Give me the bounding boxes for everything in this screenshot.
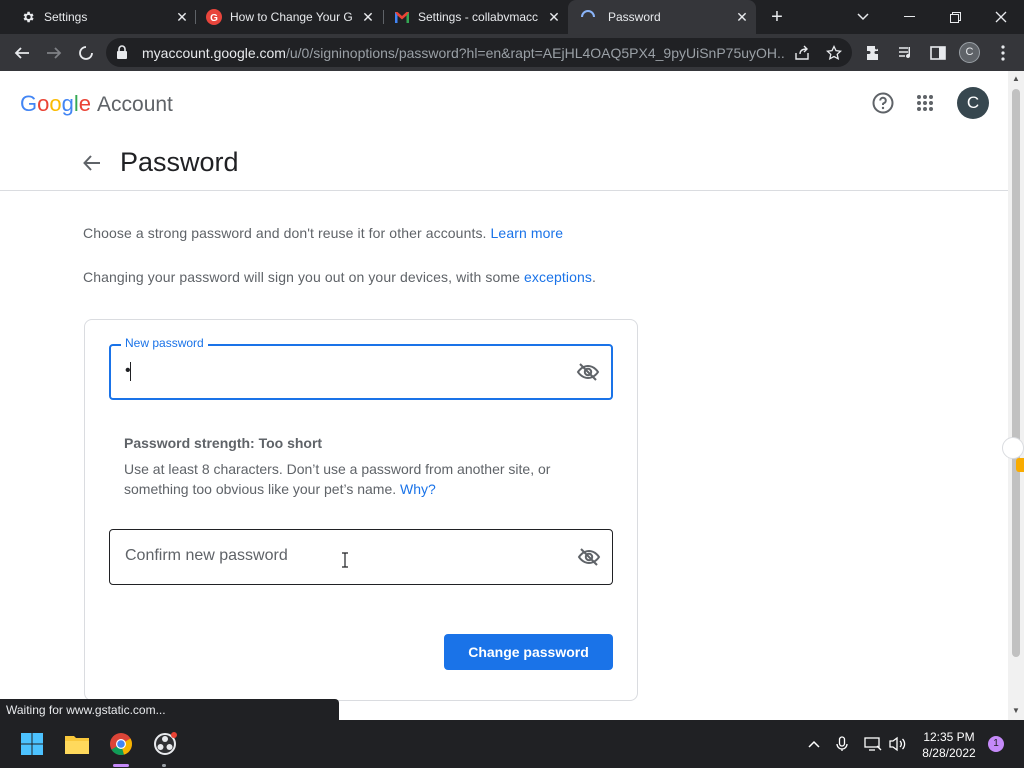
tab-password-active[interactable]: Password ✕ [568, 0, 756, 34]
browser-tab-strip: Settings ✕ G How to Change Your G ✕ Sett… [0, 0, 1024, 34]
text-cursor-ibeam-icon [341, 552, 349, 568]
show-hidden-icons-chevron-icon[interactable] [804, 734, 824, 754]
tab-gmail-settings[interactable]: Settings - collabvmacc ✕ [386, 0, 568, 34]
tab-close-icon[interactable]: ✕ [734, 9, 750, 25]
page-title-bar: Password [0, 135, 1008, 191]
tab-title: Settings - collabvmacc [418, 10, 539, 24]
forward-button[interactable] [41, 40, 67, 66]
side-widget-tab[interactable] [1016, 458, 1024, 472]
new-password-field[interactable]: New password • [109, 336, 613, 400]
side-widget-handle[interactable] [1002, 437, 1024, 459]
running-app-indicator [162, 764, 166, 767]
password-strength-title: Password strength: Too short [124, 435, 323, 451]
page-content: Google Account C Password Choose a stron… [0, 71, 1008, 720]
bookmark-star-icon[interactable] [824, 43, 844, 63]
volume-icon[interactable] [888, 734, 908, 754]
microphone-icon[interactable] [832, 734, 852, 754]
logo-letter: o [37, 91, 50, 116]
clock-time: 12:35 PM [923, 730, 975, 744]
logo-letter: g [61, 91, 74, 116]
logo-letter: e [78, 91, 92, 116]
tab-settings[interactable]: Settings ✕ [10, 0, 196, 34]
intro-text: Changing your password will sign you out… [83, 269, 521, 285]
product-name: Account [97, 93, 173, 116]
browser-toolbar: myaccount.google.com/u/0/signinoptions/p… [0, 34, 1024, 71]
account-avatar[interactable]: C [957, 87, 989, 119]
obs-recorder-icon[interactable] [149, 728, 181, 760]
scroll-up-arrow-icon[interactable]: ▲ [1012, 75, 1020, 83]
file-explorer-icon[interactable] [61, 728, 93, 760]
intro-line-2: Changing your password will sign you out… [83, 269, 596, 285]
system-clock[interactable]: 12:35 PM 8/28/2022 [918, 729, 980, 761]
new-password-label: New password [121, 336, 208, 350]
minimize-button[interactable] [886, 0, 932, 34]
url-host: myaccount.google.com [142, 45, 286, 61]
scrollbar-thumb[interactable] [1012, 89, 1020, 657]
windows-start-icon[interactable] [16, 728, 48, 760]
google-account-logo[interactable]: Google Account [20, 91, 173, 117]
confirm-password-placeholder: Confirm new password [125, 547, 288, 564]
why-link[interactable]: Why? [400, 481, 436, 497]
windows-taskbar: 12:35 PM 8/28/2022 1 [0, 720, 1024, 768]
hide-password-eye-icon[interactable] [576, 544, 602, 570]
tab-title: How to Change Your G [230, 10, 353, 24]
password-strength-description: Use at least 8 characters. Don’t use a p… [124, 459, 584, 499]
loading-spinner-icon [580, 9, 596, 25]
status-bubble: Waiting for www.gstatic.com... [0, 699, 339, 720]
logo-letter: G [20, 91, 38, 116]
restore-button[interactable] [932, 0, 978, 34]
google-account-header: Google Account C [0, 71, 1008, 135]
intro-text: Choose a strong password and don't reuse… [83, 225, 487, 241]
side-panel-icon[interactable] [925, 40, 951, 66]
share-icon[interactable] [792, 43, 812, 63]
gear-icon [20, 9, 36, 25]
tab-close-icon[interactable]: ✕ [174, 9, 190, 25]
chrome-icon[interactable] [105, 728, 137, 760]
change-password-button[interactable]: Change password [444, 634, 613, 670]
stop-loading-icon[interactable] [73, 40, 99, 66]
logo-letter: o [49, 91, 62, 116]
url-path: /u/0/signinoptions/password?hl=en&rapt=A… [285, 45, 784, 61]
media-queue-icon[interactable] [893, 40, 919, 66]
tab-search-chevron-icon[interactable] [840, 0, 886, 34]
tab-separator [195, 10, 196, 24]
red-circle-g-icon: G [206, 9, 222, 25]
extensions-puzzle-icon[interactable] [861, 40, 887, 66]
tab-title: Password [608, 10, 661, 24]
tab-close-icon[interactable]: ✕ [546, 9, 562, 25]
learn-more-link[interactable]: Learn more [491, 225, 564, 241]
network-icon[interactable] [863, 734, 883, 754]
lock-icon[interactable] [116, 45, 128, 64]
url-text[interactable]: myaccount.google.com/u/0/signinoptions/p… [142, 45, 784, 61]
kebab-menu-icon[interactable] [990, 40, 1016, 66]
clock-date: 8/28/2022 [922, 746, 976, 760]
tab-how-to-change[interactable]: G How to Change Your G ✕ [198, 0, 382, 34]
intro-period: . [591, 269, 596, 285]
tab-separator [383, 10, 384, 24]
scroll-down-arrow-icon[interactable]: ▼ [1012, 707, 1020, 715]
text-caret [130, 362, 131, 381]
help-icon[interactable] [871, 91, 895, 115]
new-tab-button[interactable]: + [766, 6, 788, 28]
tab-title: Settings [44, 10, 88, 24]
notification-badge[interactable]: 1 [988, 736, 1004, 752]
confirm-password-field[interactable]: Confirm new password [109, 529, 613, 585]
active-app-indicator [113, 764, 129, 767]
tab-close-icon[interactable]: ✕ [360, 9, 376, 25]
password-form-card: New password • Password strength: Too sh… [84, 319, 638, 701]
back-arrow-icon[interactable] [80, 151, 104, 175]
strength-text: Use at least 8 characters. Don’t use a p… [124, 461, 551, 497]
back-button[interactable] [9, 40, 35, 66]
address-bar[interactable]: myaccount.google.com/u/0/signinoptions/p… [106, 38, 852, 67]
apps-grid-icon[interactable] [913, 91, 937, 115]
gmail-icon [394, 9, 410, 25]
page-scrollbar[interactable]: ▲ ▼ [1008, 71, 1024, 720]
close-window-button[interactable] [978, 0, 1024, 34]
page-title: Password [120, 147, 239, 177]
exceptions-link[interactable]: exceptions [524, 269, 592, 285]
intro-line-1: Choose a strong password and don't reuse… [83, 225, 563, 241]
hide-password-eye-icon[interactable] [575, 359, 601, 385]
profile-avatar[interactable]: C [959, 42, 980, 63]
svg-text:G: G [210, 13, 218, 24]
